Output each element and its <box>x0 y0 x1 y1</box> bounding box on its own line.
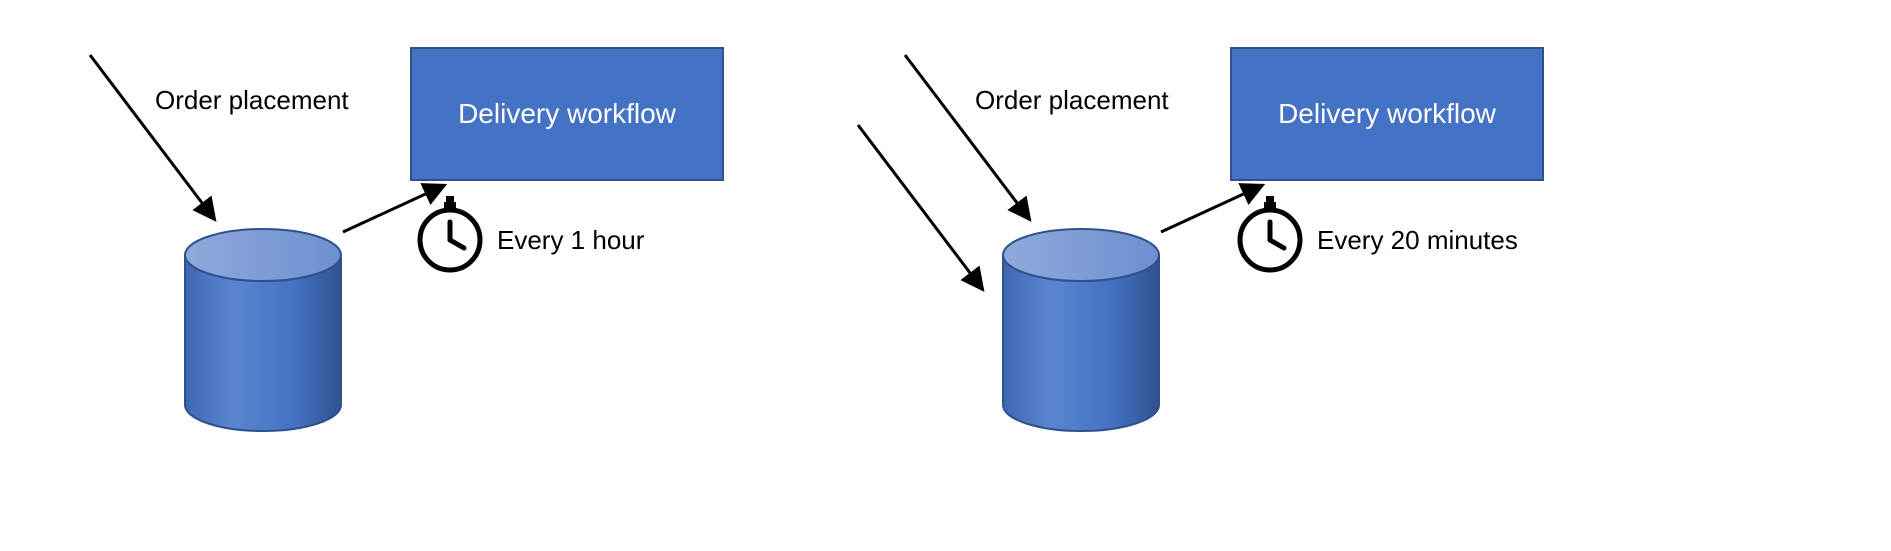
diagram-canvas: Delivery workflow Order placement Every … <box>0 0 1891 551</box>
schedule-label-left: Every 1 hour <box>497 225 644 256</box>
input-arrow-left <box>90 55 215 220</box>
input-arrow-right-2 <box>858 125 983 290</box>
clock-icon-left <box>420 196 480 270</box>
delivery-workflow-box-right: Delivery workflow <box>1230 47 1544 181</box>
diagram-svg <box>0 0 1891 551</box>
database-cylinder-left <box>185 229 341 431</box>
database-cylinder-right <box>1003 229 1159 431</box>
input-arrow-right-1 <box>905 55 1030 220</box>
delivery-workflow-label-right: Delivery workflow <box>1278 98 1496 130</box>
output-arrow-right <box>1161 185 1263 232</box>
delivery-workflow-box-left: Delivery workflow <box>410 47 724 181</box>
clock-icon-right <box>1240 196 1300 270</box>
schedule-label-right: Every 20 minutes <box>1317 225 1518 256</box>
order-placement-label-right: Order placement <box>975 85 1169 116</box>
delivery-workflow-label-left: Delivery workflow <box>458 98 676 130</box>
output-arrow-left <box>343 185 445 232</box>
order-placement-label-left: Order placement <box>155 85 349 116</box>
